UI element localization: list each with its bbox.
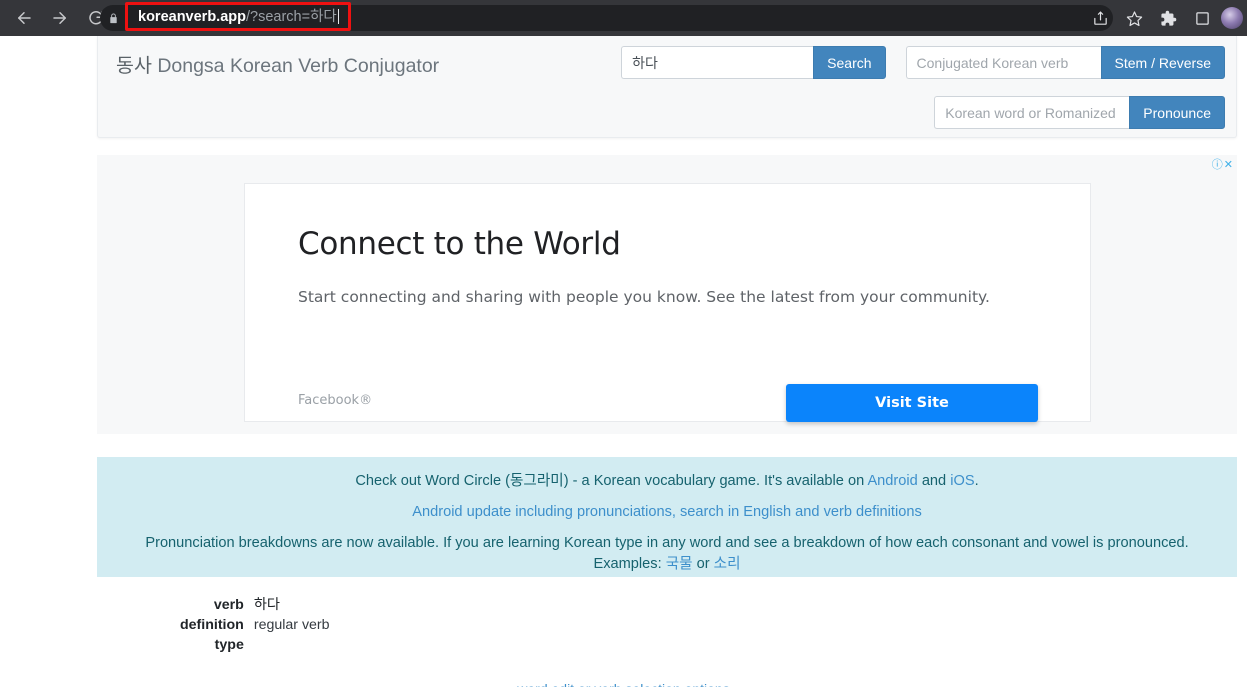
info-banner-line-1: Check out Word Circle (동그라미) - a Korean … bbox=[97, 471, 1237, 492]
pronounce-group: Pronounce bbox=[934, 96, 1225, 129]
verb-info-table: verb 하다 definition regular verb type bbox=[180, 595, 330, 655]
ad-creative-card[interactable]: Connect to the World Start connecting an… bbox=[244, 183, 1091, 422]
row-label-type: type bbox=[214, 637, 244, 653]
info-banner: Check out Word Circle (동그라미) - a Korean … bbox=[97, 457, 1237, 577]
row-value-verb: 하다 bbox=[253, 597, 280, 613]
stem-reverse-input[interactable] bbox=[905, 46, 1101, 79]
row-value-definition: regular verb bbox=[253, 617, 330, 633]
info-banner-line-2: Android update including pronunciations,… bbox=[97, 502, 1237, 523]
site-title-korean: 동사 bbox=[116, 55, 152, 77]
clipped-bottom-text-label: word edit or verb selection options bbox=[0, 681, 1247, 687]
lock-icon bbox=[100, 12, 126, 25]
profile-avatar[interactable] bbox=[1221, 7, 1243, 29]
advertisement-container: ⓘ✕ Connect to the World Start connecting… bbox=[97, 155, 1237, 434]
info-line1-text-b: and bbox=[917, 473, 951, 489]
extensions-puzzle-icon[interactable] bbox=[1153, 3, 1183, 33]
site-title-english: Dongsa Korean Verb Conjugator bbox=[157, 55, 440, 77]
android-link[interactable]: Android bbox=[867, 473, 917, 489]
pronounce-input[interactable] bbox=[934, 96, 1130, 129]
chrome-toolbar-right bbox=[1083, 0, 1247, 36]
forward-arrow-icon[interactable] bbox=[45, 3, 75, 33]
stem-reverse-button[interactable]: Stem / Reverse bbox=[1100, 46, 1225, 79]
bookmark-star-icon[interactable] bbox=[1119, 3, 1149, 33]
search-button[interactable]: Search bbox=[813, 46, 886, 79]
table-row: type bbox=[180, 635, 330, 655]
side-panel-icon[interactable] bbox=[1187, 3, 1217, 33]
pronounce-button[interactable]: Pronounce bbox=[1129, 96, 1225, 129]
clipped-bottom-text: word edit or verb selection options bbox=[0, 681, 1247, 687]
search-controls-row: Search Stem / Reverse bbox=[621, 46, 1225, 79]
url-text: koreanverb.app/?search=하다 bbox=[138, 8, 339, 25]
row-value-type bbox=[254, 635, 330, 655]
info-line1-text-a: Check out Word Circle (동그라미) - a Korean … bbox=[355, 473, 868, 489]
browser-toolbar: koreanverb.app/?search=하다 bbox=[0, 0, 1247, 36]
info-line1-text-c: . bbox=[974, 473, 979, 489]
ad-subtext: Start connecting and sharing with people… bbox=[298, 288, 990, 306]
text-caret bbox=[337, 8, 339, 24]
stem-reverse-group: Stem / Reverse bbox=[905, 46, 1225, 79]
ad-visit-site-button[interactable]: Visit Site bbox=[786, 384, 1038, 422]
site-header-panel: 동사 Dongsa Korean Verb Conjugator Search … bbox=[97, 36, 1237, 138]
url-host: koreanverb.app bbox=[138, 8, 246, 25]
url-highlight-box: koreanverb.app/?search=하다 bbox=[125, 2, 351, 31]
android-update-link[interactable]: Android update including pronunciations,… bbox=[412, 504, 922, 520]
info-line3-text-b: or bbox=[692, 556, 714, 573]
ad-headline: Connect to the World bbox=[298, 226, 621, 262]
row-label-definition: definition bbox=[180, 617, 244, 633]
ad-info-close-icons[interactable]: ⓘ✕ bbox=[1212, 160, 1234, 171]
example-gukmul-link[interactable]: 국물 bbox=[666, 556, 693, 572]
url-path: /?search=하다 bbox=[246, 8, 337, 25]
search-input[interactable] bbox=[621, 46, 814, 79]
table-row: definition regular verb bbox=[180, 615, 330, 635]
row-label-verb: verb bbox=[213, 597, 244, 613]
pronounce-controls-row: Pronounce bbox=[934, 96, 1225, 129]
ad-brand-label: Facebook® bbox=[298, 393, 373, 408]
info-banner-line-3: Pronunciation breakdowns are now availab… bbox=[97, 533, 1237, 574]
ios-link[interactable]: iOS bbox=[950, 473, 974, 489]
navigation-buttons bbox=[0, 3, 114, 33]
verb-search-group: Search bbox=[621, 46, 886, 79]
example-sori-link[interactable]: 소리 bbox=[714, 556, 741, 572]
page-title: 동사 Dongsa Korean Verb Conjugator bbox=[116, 49, 439, 78]
back-arrow-icon[interactable] bbox=[9, 3, 39, 33]
share-icon[interactable] bbox=[1085, 3, 1115, 33]
address-bar[interactable]: koreanverb.app/?search=하다 bbox=[100, 2, 1113, 31]
page-content: 동사 Dongsa Korean Verb Conjugator Search … bbox=[0, 36, 1247, 687]
table-row: verb 하다 bbox=[180, 595, 330, 615]
